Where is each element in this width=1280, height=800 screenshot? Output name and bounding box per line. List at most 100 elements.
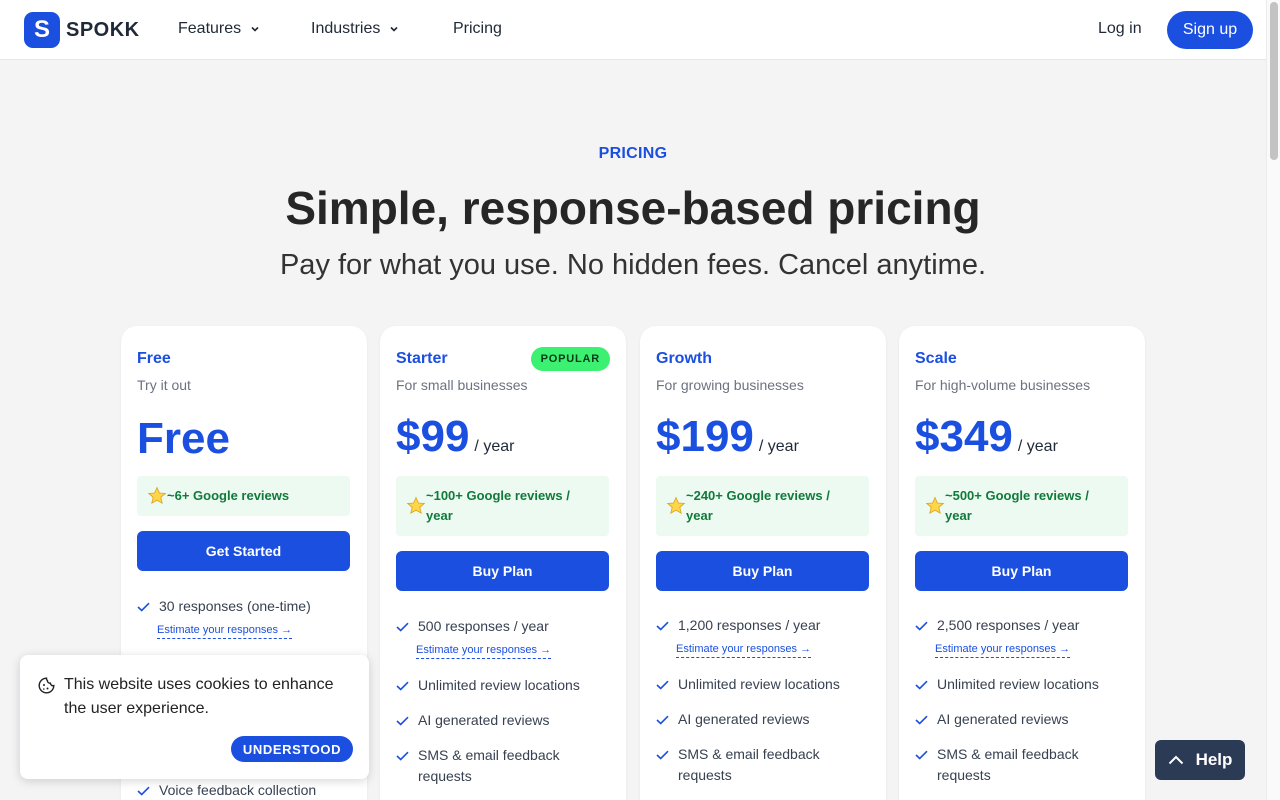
feature-text: Unlimited review locations xyxy=(418,677,580,693)
feature-text: Unlimited review locations xyxy=(678,676,840,692)
login-link[interactable]: Log in xyxy=(1098,20,1142,38)
reviews-estimate: ~100+ Google reviews / year xyxy=(396,476,609,536)
page-subtitle: Pay for what you use. No hidden fees. Ca… xyxy=(279,249,987,281)
feature-voice: Voice feedback collection xyxy=(137,780,337,800)
star-icon xyxy=(666,496,686,515)
buy-plan-button[interactable]: Buy Plan xyxy=(656,551,869,591)
star-icon xyxy=(925,496,945,515)
nav-features-label: Features xyxy=(178,20,242,37)
feature-text: 2,500 responses / year xyxy=(937,617,1080,633)
feature-line-1: SMS & email feedback xyxy=(678,746,820,762)
check-icon xyxy=(137,602,150,612)
check-icon xyxy=(915,621,928,631)
feature-locations: Unlimited review locations xyxy=(915,674,1115,695)
check-icon xyxy=(915,680,928,690)
cookie-icon xyxy=(38,677,55,694)
buy-plan-button[interactable]: Buy Plan xyxy=(396,551,609,591)
get-started-button[interactable]: Get Started xyxy=(137,531,350,571)
feature-responses: 2,500 responses / year xyxy=(915,615,1115,636)
feature-text: SMS & email feedback requests xyxy=(678,744,820,786)
plan-description: For growing businesses xyxy=(656,377,804,393)
reviews-estimate: ~240+ Google reviews / year xyxy=(656,476,869,536)
nav-industries-label: Industries xyxy=(311,20,381,37)
plan-price: $199 xyxy=(656,412,754,461)
popular-badge: POPULAR xyxy=(530,347,610,371)
nav-pricing[interactable]: Pricing xyxy=(453,20,502,38)
plan-period: / year xyxy=(474,438,515,455)
help-button[interactable]: Help xyxy=(1155,740,1245,780)
top-navbar: S SPOKK Features Industries Pricing Log … xyxy=(0,0,1266,60)
feature-locations: Unlimited review locations xyxy=(396,675,596,696)
plan-card-starter: Starter POPULAR For small businesses $99… xyxy=(380,326,626,800)
plan-name: Growth xyxy=(656,350,712,367)
feature-text: AI generated reviews xyxy=(937,711,1069,727)
feature-line-2: requests xyxy=(418,768,472,784)
estimate-responses-link[interactable]: Estimate your responses → xyxy=(676,642,812,658)
estimate-responses-link[interactable]: Estimate your responses → xyxy=(935,642,1071,658)
logo-mark: S xyxy=(24,12,60,48)
nav-pricing-label: Pricing xyxy=(453,20,502,37)
estimate-responses-link[interactable]: Estimate your responses → xyxy=(157,623,293,639)
page-title: Simple, response-based pricing xyxy=(285,182,981,234)
plan-price-row: $99 / year xyxy=(396,412,514,462)
feature-responses: 500 responses / year xyxy=(396,616,596,637)
reviews-text: ~100+ Google reviews / year xyxy=(426,486,570,526)
plan-card-growth: Growth For growing businesses $199 / yea… xyxy=(640,326,886,800)
feature-locations: Unlimited review locations xyxy=(656,674,856,695)
plan-period: / year xyxy=(758,438,799,455)
check-icon xyxy=(396,681,409,691)
feature-line-2: requests xyxy=(937,767,991,783)
estimate-responses-link[interactable]: Estimate your responses → xyxy=(416,643,552,659)
feature-text: SMS & email feedback requests xyxy=(418,745,560,787)
plan-price-row: $349 / year xyxy=(915,412,1058,462)
chevron-down-icon xyxy=(390,26,398,32)
scrollbar-thumb[interactable] xyxy=(1270,2,1278,160)
plan-price: $99 xyxy=(396,412,470,461)
plan-price: Free xyxy=(137,414,230,463)
reviews-line-2: year xyxy=(426,508,453,523)
reviews-line-1: ~100+ Google reviews / xyxy=(426,488,570,503)
feature-sms-email: SMS & email feedback requests xyxy=(915,744,1115,786)
feature-sms-email: SMS & email feedback requests xyxy=(656,744,856,786)
check-icon xyxy=(915,750,928,760)
nav-industries[interactable]: Industries xyxy=(311,20,398,38)
reviews-line-2: year xyxy=(945,508,972,523)
scrollbar[interactable] xyxy=(1266,0,1280,800)
chevron-up-icon xyxy=(1168,755,1183,765)
reviews-line-1: ~240+ Google reviews / xyxy=(686,488,830,503)
feature-text: SMS & email feedback requests xyxy=(937,744,1079,786)
help-label: Help xyxy=(1195,750,1233,769)
check-icon xyxy=(915,715,928,725)
check-icon xyxy=(137,786,150,796)
reviews-line-2: year xyxy=(686,508,713,523)
feature-responses: 1,200 responses / year xyxy=(656,615,856,636)
feature-text: AI generated reviews xyxy=(678,711,810,727)
feature-text: AI generated reviews xyxy=(418,712,550,728)
plan-name: Starter xyxy=(396,350,448,367)
feature-responses: 30 responses (one-time) xyxy=(137,596,337,617)
feature-ai-reviews: AI generated reviews xyxy=(915,709,1115,730)
understood-button[interactable]: UNDERSTOOD xyxy=(231,736,353,762)
reviews-text: ~240+ Google reviews / year xyxy=(686,486,830,526)
logo-text: SPOKK xyxy=(66,18,140,41)
section-eyebrow: PRICING xyxy=(598,145,668,162)
nav-features[interactable]: Features xyxy=(178,20,259,38)
check-icon xyxy=(656,621,669,631)
cookie-banner: This website uses cookies to enhance the… xyxy=(20,655,369,779)
cookie-message: This website uses cookies to enhance the… xyxy=(64,676,334,717)
reviews-estimate: ~6+ Google reviews xyxy=(137,476,350,516)
check-icon xyxy=(396,751,409,761)
feature-ai-reviews: AI generated reviews xyxy=(656,709,856,730)
plan-name: Free xyxy=(137,350,171,367)
reviews-text: ~6+ Google reviews xyxy=(167,488,290,503)
feature-text: 30 responses (one-time) xyxy=(159,598,311,614)
signup-button[interactable]: Sign up xyxy=(1167,11,1253,49)
logo[interactable]: S SPOKK xyxy=(24,12,140,48)
check-icon xyxy=(396,716,409,726)
plan-price: $349 xyxy=(915,412,1013,461)
reviews-line-1: ~500+ Google reviews / xyxy=(945,488,1089,503)
feature-text: 1,200 responses / year xyxy=(678,617,821,633)
buy-plan-button[interactable]: Buy Plan xyxy=(915,551,1128,591)
plan-description: Try it out xyxy=(137,377,191,393)
feature-text: Unlimited review locations xyxy=(937,676,1099,692)
